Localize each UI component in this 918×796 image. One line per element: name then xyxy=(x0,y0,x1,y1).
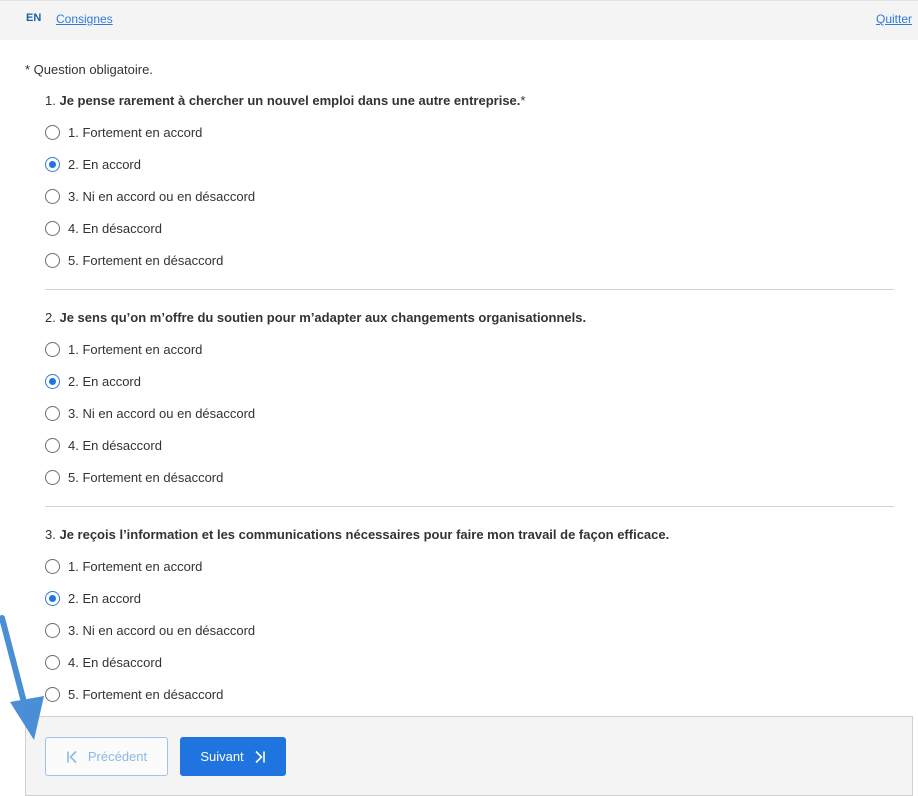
option-label: 2. En accord xyxy=(68,157,141,173)
skip-previous-icon xyxy=(66,750,78,764)
option[interactable]: 1. Fortement en accord xyxy=(45,334,895,366)
question-1: 1. Je pense rarement à chercher un nouve… xyxy=(45,91,895,276)
option[interactable]: 4. En désaccord xyxy=(45,646,895,678)
quit-link[interactable]: Quitter xyxy=(876,12,912,26)
option-label: 3. Ni en accord ou en désaccord xyxy=(68,622,256,638)
option[interactable]: 3. Ni en accord ou en désaccord xyxy=(45,398,895,430)
previous-button-label: Précédent xyxy=(87,749,148,764)
radio-button[interactable] xyxy=(45,686,60,702)
option-label: 1. Fortement en accord xyxy=(68,342,203,358)
answer-options: 1. Fortement en accord 2. En accord 3. N… xyxy=(45,117,895,276)
question-number: 2. xyxy=(45,310,56,325)
answer-options: 1. Fortement en accord 2. En accord 3. N… xyxy=(45,551,895,710)
divider xyxy=(45,506,894,507)
option[interactable]: 3. Ni en accord ou en désaccord xyxy=(45,181,895,213)
option[interactable]: 2. En accord xyxy=(45,149,895,181)
radio-button[interactable] xyxy=(45,469,60,485)
option[interactable]: 4. En désaccord xyxy=(45,212,895,244)
question-2: 2. Je sens qu’on m’offre du soutien pour… xyxy=(45,308,895,493)
option[interactable]: 3. Ni en accord ou en désaccord xyxy=(45,615,895,647)
answer-options: 1. Fortement en accord 2. En accord 3. N… xyxy=(45,334,895,493)
question-title: 2. Je sens qu’on m’offre du soutien pour… xyxy=(45,308,895,328)
option-label: 3. Ni en accord ou en désaccord xyxy=(68,405,256,421)
question-text: Je sens qu’on m’offre du soutien pour m’… xyxy=(59,310,587,325)
option-label: 4. En désaccord xyxy=(68,654,162,670)
option[interactable]: 5. Fortement en désaccord xyxy=(45,244,895,276)
option-label: 5. Fortement en désaccord xyxy=(68,686,224,702)
option[interactable]: 5. Fortement en désaccord xyxy=(45,461,895,493)
question-title: 1. Je pense rarement à chercher un nouve… xyxy=(45,91,895,111)
option[interactable]: 2. En accord xyxy=(45,366,895,398)
option-label: 1. Fortement en accord xyxy=(68,559,203,575)
question-number: 3. xyxy=(45,527,56,542)
navigation-footer: Précédent Suivant xyxy=(25,716,913,796)
radio-button[interactable] xyxy=(45,125,60,141)
radio-button[interactable] xyxy=(45,342,60,358)
radio-button[interactable] xyxy=(45,252,60,268)
radio-button[interactable] xyxy=(45,591,60,607)
option-label: 2. En accord xyxy=(68,591,141,607)
option-label: 5. Fortement en désaccord xyxy=(68,469,224,485)
required-note: * Question obligatoire. xyxy=(25,62,153,77)
language-toggle[interactable]: EN xyxy=(26,12,41,24)
question-text: Je reçois l’information et les communica… xyxy=(59,527,670,542)
option[interactable]: 5. Fortement en désaccord xyxy=(45,678,895,710)
option-label: 5. Fortement en désaccord xyxy=(68,252,224,268)
option-label: 2. En accord xyxy=(68,374,141,390)
next-button-label: Suivant xyxy=(200,749,244,764)
radio-button[interactable] xyxy=(45,559,60,575)
instructions-link[interactable]: Consignes xyxy=(56,12,113,26)
top-bar: EN Consignes Quitter xyxy=(0,0,918,40)
divider xyxy=(45,289,894,290)
option[interactable]: 1. Fortement en accord xyxy=(45,551,895,583)
radio-button[interactable] xyxy=(45,405,60,421)
option-label: 1. Fortement en accord xyxy=(68,125,203,141)
radio-button[interactable] xyxy=(45,437,60,453)
question-3: 3. Je reçois l’information et les commun… xyxy=(45,525,895,710)
previous-button[interactable]: Précédent xyxy=(45,737,168,776)
option-label: 3. Ni en accord ou en désaccord xyxy=(68,188,256,204)
question-number: 1. xyxy=(45,93,56,108)
question-title: 3. Je reçois l’information et les commun… xyxy=(45,525,895,545)
radio-button[interactable] xyxy=(45,188,60,204)
radio-button[interactable] xyxy=(45,654,60,670)
skip-next-icon xyxy=(254,750,266,764)
question-text: Je pense rarement à chercher un nouvel e… xyxy=(59,93,521,108)
option[interactable]: 1. Fortement en accord xyxy=(45,117,895,149)
radio-button[interactable] xyxy=(45,157,60,173)
option-label: 4. En désaccord xyxy=(68,220,162,236)
option[interactable]: 4. En désaccord xyxy=(45,429,895,461)
option[interactable]: 2. En accord xyxy=(45,583,895,615)
radio-button[interactable] xyxy=(45,622,60,638)
radio-button[interactable] xyxy=(45,220,60,236)
next-button[interactable]: Suivant xyxy=(180,737,286,776)
option-label: 4. En désaccord xyxy=(68,437,162,453)
required-mark: * xyxy=(520,93,526,108)
radio-button[interactable] xyxy=(45,374,60,390)
